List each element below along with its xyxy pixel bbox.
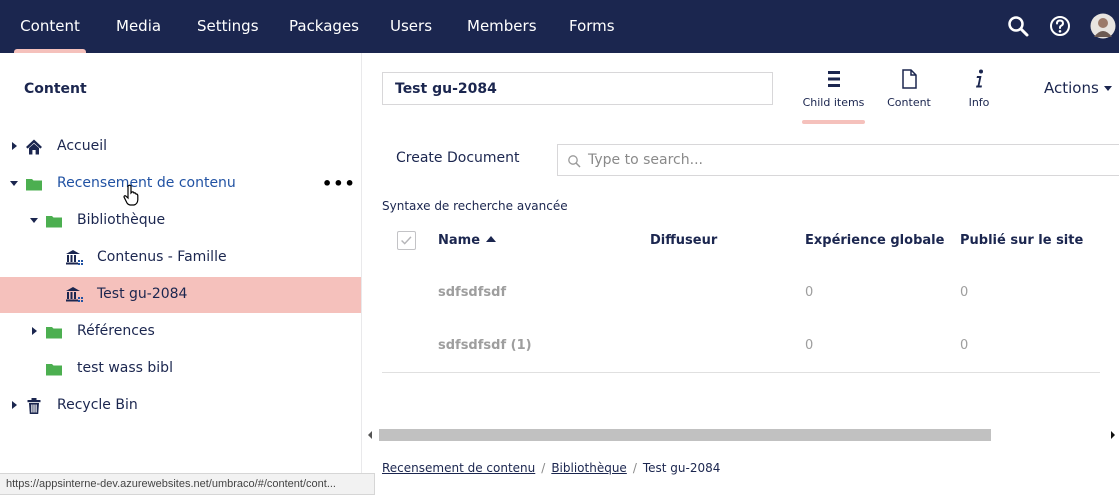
status-bar-url: https://appsinterne-dev.azurewebsites.ne… xyxy=(0,473,375,495)
nav-media[interactable]: Media xyxy=(116,0,161,53)
tab-info[interactable]: Info xyxy=(960,68,998,122)
tree-item-recycle-bin[interactable]: Recycle Bin xyxy=(0,388,361,424)
column-header-diffuseur[interactable]: Diffuseur xyxy=(650,233,717,248)
chevron-down-icon xyxy=(1103,86,1112,91)
tree-item-recensement-de-contenu[interactable]: Recensement de contenu ••• xyxy=(0,166,361,206)
advanced-search-link[interactable]: Syntaxe de recherche avancée xyxy=(382,199,568,213)
table-row-publie: 0 xyxy=(960,285,969,300)
tab-label: Info xyxy=(968,96,990,109)
tab-label: Content xyxy=(887,96,931,109)
home-icon xyxy=(26,139,42,155)
nav-settings[interactable]: Settings xyxy=(197,0,259,53)
node-name-input[interactable] xyxy=(382,72,773,105)
breadcrumb-separator: / xyxy=(541,461,546,475)
tree-item-label: Accueil xyxy=(57,138,107,154)
help-icon[interactable] xyxy=(1048,14,1072,38)
table-row-experience: 0 xyxy=(805,285,814,300)
column-header-experience-globale[interactable]: Expérience globale xyxy=(805,233,944,248)
tree-item-label: Contenus - Famille xyxy=(97,249,227,265)
tab-child-items[interactable]: Child items xyxy=(802,68,865,124)
collapse-caret-icon[interactable] xyxy=(30,218,38,223)
breadcrumb-current: Test gu-2084 xyxy=(642,461,721,475)
expand-caret-icon[interactable] xyxy=(32,327,37,335)
folder-icon xyxy=(46,216,62,228)
nav-content[interactable]: Content xyxy=(14,0,86,53)
search-input[interactable]: Type to search... xyxy=(557,144,1119,176)
table-row-publie: 0 xyxy=(960,338,969,353)
column-label: Name xyxy=(438,233,481,248)
expand-caret-icon[interactable] xyxy=(12,401,17,409)
sort-ascending-icon xyxy=(486,236,497,242)
document-icon xyxy=(902,69,917,89)
tree-item-label: Références xyxy=(77,323,155,339)
folder-icon xyxy=(46,327,62,339)
table-row-experience: 0 xyxy=(805,338,814,353)
table-divider xyxy=(382,372,1100,373)
breadcrumb: Recensement de contenu / Bibliothèque / Test… xyxy=(382,461,720,475)
nav-packages[interactable]: Packages xyxy=(289,0,359,53)
actions-label: Actions xyxy=(1044,79,1099,97)
content-tree-sidebar: Content Accueil Recensement de contenu •… xyxy=(0,53,362,495)
search-icon[interactable] xyxy=(1006,14,1030,38)
list-icon xyxy=(827,71,840,87)
tree-item-test-wass-bibl[interactable]: test wass bibl xyxy=(0,351,361,387)
tab-label: Child items xyxy=(802,96,865,109)
breadcrumb-link[interactable]: Recensement de contenu xyxy=(382,461,535,475)
user-avatar[interactable] xyxy=(1090,13,1116,39)
info-icon xyxy=(976,69,983,88)
tree-item-label: Recycle Bin xyxy=(57,397,138,413)
nav-forms[interactable]: Forms xyxy=(569,0,615,53)
top-navigation-bar: Content Media Settings Packages Users Me… xyxy=(0,0,1119,53)
tree-item-bibliotheque[interactable]: Bibliothèque xyxy=(0,203,361,239)
nav-users[interactable]: Users xyxy=(390,0,432,53)
horizontal-scrollbar[interactable] xyxy=(365,428,1119,442)
tree-item-references[interactable]: Références xyxy=(0,314,361,350)
nav-members[interactable]: Members xyxy=(467,0,537,53)
column-header-name[interactable]: Name xyxy=(438,233,497,248)
scroll-left-icon[interactable] xyxy=(368,431,372,439)
trash-icon xyxy=(27,398,41,414)
create-document-button[interactable]: Create Document xyxy=(396,150,520,166)
tree-item-label: test wass bibl xyxy=(77,360,173,376)
more-actions-icon[interactable]: ••• xyxy=(322,174,356,193)
search-placeholder: Type to search... xyxy=(588,152,703,168)
tree-item-label: Recensement de contenu xyxy=(57,175,236,191)
tree-item-contenus-famille[interactable]: Contenus - Famille xyxy=(0,240,361,276)
search-icon xyxy=(568,155,581,168)
folder-icon xyxy=(46,364,62,376)
tree-item-label: Bibliothèque xyxy=(77,212,166,228)
library-icon xyxy=(66,250,83,265)
folder-icon xyxy=(26,179,42,191)
tree-item-test-gu-2084[interactable]: Test gu-2084 xyxy=(0,277,361,313)
tree-item-accueil[interactable]: Accueil xyxy=(0,129,361,165)
sidebar-title: Content xyxy=(24,81,87,97)
check-icon xyxy=(401,236,412,245)
table-row-name[interactable]: sdfsdfsdf (1) xyxy=(438,338,532,353)
tree-item-label: Test gu-2084 xyxy=(97,286,188,302)
select-all-checkbox[interactable] xyxy=(397,231,416,250)
table-row-name[interactable]: sdfsdfsdf xyxy=(438,285,506,300)
breadcrumb-separator: / xyxy=(632,461,637,475)
scrollbar-thumb[interactable] xyxy=(379,429,991,441)
actions-dropdown-button[interactable]: Actions xyxy=(1044,79,1112,97)
breadcrumb-link[interactable]: Bibliothèque xyxy=(551,461,627,475)
library-icon xyxy=(66,287,83,302)
expand-caret-icon[interactable] xyxy=(12,142,17,150)
column-header-publie-sur-le-site[interactable]: Publié sur le site xyxy=(960,233,1083,248)
scroll-right-icon[interactable] xyxy=(1111,431,1115,439)
collapse-caret-icon[interactable] xyxy=(10,181,18,186)
tab-content[interactable]: Content xyxy=(884,68,934,122)
